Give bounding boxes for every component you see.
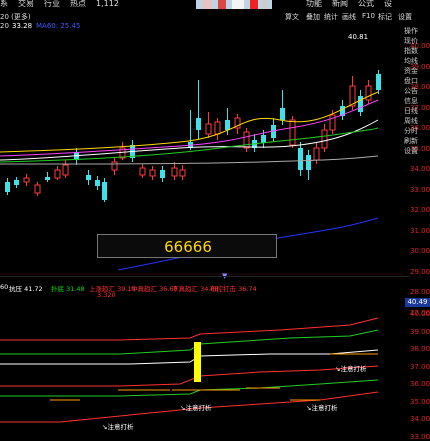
indicator-header: 60 抗压 41.72 扑底 31.48 上涨趋汇 39.15 中真趋汇 36.60 下真… bbox=[0, 283, 410, 293]
high-label: 40.81 bbox=[348, 33, 368, 41]
candle-body bbox=[205, 123, 212, 135]
indicator-axis-label: 38.00 bbox=[410, 345, 430, 353]
info-ma: MA60: 25.45 bbox=[36, 22, 81, 30]
candle-body bbox=[280, 108, 285, 120]
popup-value: 66666 bbox=[164, 238, 212, 256]
candle-body bbox=[289, 119, 296, 146]
menu-item-industry[interactable]: 行业 bbox=[44, 0, 60, 8]
indicator-axis-label: 37.00 bbox=[410, 362, 430, 371]
indicator-axis-label: 35.00 bbox=[410, 397, 430, 406]
info-time: 20 bbox=[0, 22, 9, 30]
candle-body bbox=[358, 96, 363, 112]
right-panel-item[interactable]: 设置 bbox=[404, 146, 430, 156]
toolbar-item-3[interactable]: 画线 bbox=[342, 12, 356, 22]
candle-body bbox=[179, 169, 186, 177]
right-panel-item[interactable]: 周线 bbox=[404, 116, 430, 126]
indicator-axis-label: 40.00 bbox=[410, 310, 430, 318]
candle-body bbox=[54, 169, 61, 179]
candle-body bbox=[214, 121, 221, 135]
right-panel-item[interactable]: 资金 bbox=[404, 66, 430, 76]
right-panel-item[interactable]: 指数 bbox=[404, 46, 430, 56]
candle-body bbox=[139, 167, 146, 176]
toolbar-item-f10[interactable]: F10 bbox=[362, 12, 375, 20]
indicator-axis-label: 36.00 bbox=[410, 380, 430, 388]
level-box: 40.49 bbox=[405, 298, 430, 307]
menu-item-settings[interactable]: 设 bbox=[384, 0, 392, 8]
indicator-axis-label: 34.00 bbox=[410, 415, 430, 423]
candle-body bbox=[149, 169, 156, 177]
info-price: 33.28 bbox=[12, 22, 33, 30]
candle-body bbox=[171, 167, 178, 177]
candle-body bbox=[306, 155, 311, 170]
indicator-axis-label: 39.00 bbox=[410, 327, 430, 336]
indicator-line bbox=[0, 365, 379, 387]
note-1: ↘注意打析 bbox=[335, 365, 367, 373]
candle-body bbox=[243, 131, 250, 149]
candle-body bbox=[160, 170, 165, 178]
candle-body bbox=[45, 177, 50, 180]
candle-body bbox=[376, 74, 381, 90]
right-panel-item[interactable]: 盘口 bbox=[404, 76, 430, 86]
toolbar-item-0[interactable]: 算文 bbox=[285, 12, 299, 22]
toolbar-item-mark[interactable]: 标记 bbox=[378, 12, 392, 22]
candle-body bbox=[365, 85, 372, 101]
right-panel-item[interactable]: 分时 bbox=[404, 126, 430, 136]
candle-body bbox=[111, 161, 118, 171]
indicator-axis-label: 33.00 bbox=[410, 432, 430, 441]
indicator-header-item: 60 bbox=[0, 283, 9, 291]
right-panel-item[interactable]: 刷新 bbox=[404, 136, 430, 146]
candle-body bbox=[313, 147, 320, 161]
indicator-line bbox=[0, 349, 379, 365]
right-panel-item[interactable]: 现价 bbox=[404, 36, 430, 46]
candle-body bbox=[196, 118, 201, 130]
note-2: ↘注意打析 bbox=[180, 404, 212, 412]
right-panel-item[interactable]: 公告 bbox=[404, 86, 430, 96]
toolbar-item-2[interactable]: 统计 bbox=[324, 12, 338, 22]
candle-body bbox=[321, 129, 328, 149]
right-panel-item[interactable]: 均线 bbox=[404, 56, 430, 66]
right-panel-item[interactable]: 日线 bbox=[404, 106, 430, 116]
menu-item-formula[interactable]: 公式 bbox=[358, 0, 374, 8]
candle-body bbox=[23, 177, 30, 183]
candle-body bbox=[102, 182, 107, 200]
candle-body bbox=[298, 148, 303, 170]
right-panel-item[interactable]: 操作 bbox=[404, 26, 430, 36]
menu-item-news[interactable]: 新闻 bbox=[332, 0, 348, 8]
indicator-line bbox=[0, 379, 379, 397]
right-panel-item[interactable]: 信息 bbox=[404, 96, 430, 106]
menu-item-trade[interactable]: 交易 bbox=[18, 0, 34, 8]
candle-body bbox=[261, 135, 266, 143]
chart-toolbar: 20 (更多) 算文 叠加 统计 画线 F10 标记 设置 bbox=[0, 11, 430, 22]
menu-item-count: 1,112 bbox=[96, 0, 119, 8]
candle-body bbox=[14, 180, 19, 185]
menu-item-system[interactable]: 系 bbox=[0, 0, 8, 8]
menu-item-hot[interactable]: 热点 bbox=[70, 0, 86, 8]
note-3: ↘注意打析 bbox=[306, 404, 338, 412]
indicator-signal-bar bbox=[194, 342, 201, 382]
toolbar-more[interactable]: 20 (更多) bbox=[0, 12, 31, 22]
candle-body bbox=[225, 120, 230, 130]
indicator-line bbox=[0, 329, 379, 355]
value-popup[interactable]: 66666 bbox=[97, 234, 277, 258]
menu-item-function[interactable]: 功能 bbox=[306, 0, 322, 8]
ma-line bbox=[0, 119, 379, 161]
toolbar-item-settings[interactable]: 设置 bbox=[398, 12, 412, 22]
toolbar-item-1[interactable]: 叠加 bbox=[306, 12, 320, 22]
candle-body bbox=[5, 182, 10, 192]
candle-body bbox=[34, 184, 41, 194]
candle-body bbox=[95, 180, 100, 186]
candle-body bbox=[62, 164, 69, 176]
redacted-mosaic bbox=[196, 0, 272, 9]
pane-separator bbox=[0, 276, 410, 277]
candle-body bbox=[86, 175, 91, 180]
